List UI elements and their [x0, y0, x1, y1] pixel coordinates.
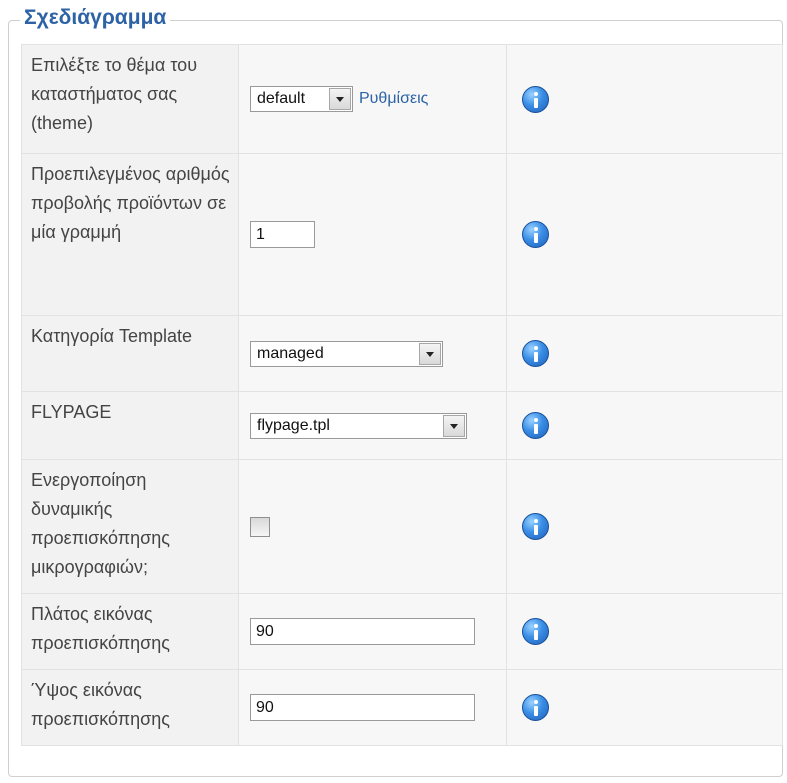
table-row: Επιλέξτε το θέμα του καταστήματος σας (t… [21, 44, 783, 154]
row-label-preview-height: Ύψος εικόνας προεπισκόπησης [31, 680, 170, 729]
row-label-category-template: Κατηγορία Template [31, 326, 193, 346]
info-icon[interactable] [522, 618, 549, 645]
flypage-select-value: flypage.tpl [257, 416, 330, 434]
row-label-flypage: FLYPAGE [31, 402, 112, 422]
preview-width-input[interactable] [250, 618, 475, 645]
table-row: Προεπιλεγμένος αριθμός προβολής προϊόντω… [21, 153, 783, 316]
info-icon[interactable] [522, 85, 549, 113]
info-icon[interactable] [522, 694, 549, 721]
row-label-dynamic-thumbnails: Ενεργοποίηση δυναμικής προεπισκόπησης μι… [31, 470, 170, 577]
preview-height-input[interactable] [250, 694, 475, 721]
info-icon[interactable] [522, 412, 549, 439]
theme-select[interactable]: default [250, 86, 353, 112]
category-template-select-value: managed [257, 344, 324, 362]
table-row: Πλάτος εικόνας προεπισκόπησης [21, 593, 783, 670]
chevron-down-icon [419, 342, 441, 365]
row-label-products-per-row: Προεπιλεγμένος αριθμός προβολής προϊόντω… [31, 164, 230, 242]
section-title: Σχεδιάγραμμα [20, 5, 171, 31]
table-row: Κατηγορία Template managed [21, 315, 783, 392]
settings-table: Επιλέξτε το θέμα του καταστήματος σας (t… [21, 44, 783, 746]
table-row: Ύψος εικόνας προεπισκόπησης [21, 669, 783, 746]
chevron-down-icon [329, 88, 351, 110]
flypage-select[interactable]: flypage.tpl [250, 412, 467, 439]
info-icon[interactable] [522, 340, 549, 367]
info-icon[interactable] [522, 221, 549, 248]
theme-settings-link[interactable]: Ρυθμίσεις [359, 90, 428, 107]
info-icon[interactable] [522, 513, 549, 540]
chevron-down-icon [443, 414, 465, 437]
products-per-row-input[interactable] [250, 221, 315, 248]
row-label-preview-width: Πλάτος εικόνας προεπισκόπησης [31, 604, 170, 653]
table-row: FLYPAGE flypage.tpl [21, 391, 783, 460]
theme-select-value: default [257, 90, 306, 107]
category-template-select[interactable]: managed [250, 340, 443, 367]
row-label-theme: Επιλέξτε το θέμα του καταστήματος σας (t… [31, 55, 198, 133]
dynamic-thumbnails-checkbox[interactable] [250, 516, 270, 537]
table-row: Ενεργοποίηση δυναμικής προεπισκόπησης μι… [21, 459, 783, 594]
